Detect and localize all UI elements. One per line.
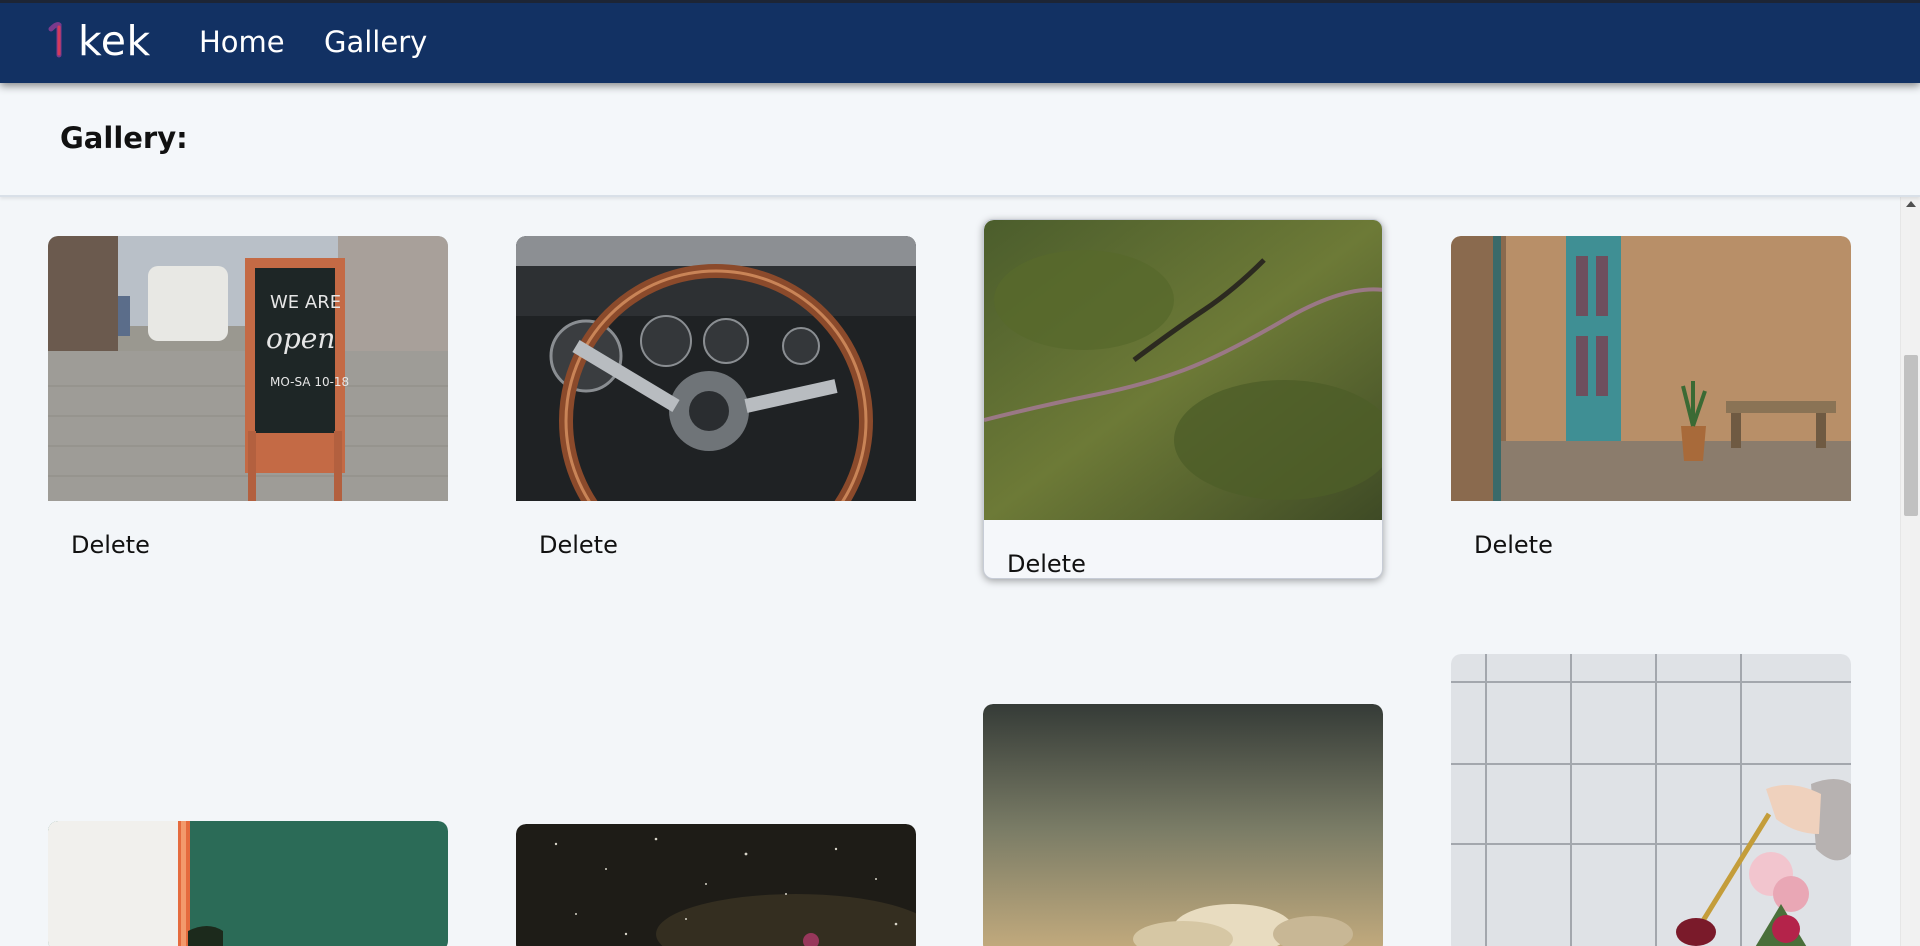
brand-logo-icon	[48, 22, 62, 58]
navbar: kek Home Gallery	[0, 0, 1920, 83]
svg-text:WE ARE: WE ARE	[270, 292, 341, 313]
gallery-image[interactable]	[48, 821, 448, 946]
delete-button[interactable]: Delete	[71, 531, 448, 559]
gallery-image[interactable]	[1451, 236, 1851, 501]
page-header: Gallery:	[0, 83, 1920, 197]
delete-button[interactable]: Delete	[1007, 550, 1382, 578]
svg-text:open: open	[266, 322, 335, 355]
gallery-card	[1451, 654, 1851, 946]
gallery-grid: WE ARE open MO-SA 10-18 Delete Delete De…	[0, 197, 1900, 946]
page-title: Gallery:	[60, 121, 188, 155]
svg-text:MO-SA 10-18: MO-SA 10-18	[270, 375, 349, 389]
gallery-card: Delete	[1451, 236, 1851, 559]
gallery-image[interactable]	[516, 824, 916, 946]
delete-button[interactable]: Delete	[1474, 531, 1851, 559]
nav-home-link[interactable]: Home	[199, 25, 285, 59]
gallery-card	[983, 704, 1383, 946]
gallery-image[interactable]	[983, 704, 1383, 946]
gallery-card: Delete	[983, 219, 1383, 579]
gallery-card	[516, 824, 916, 946]
gallery-image[interactable]: WE ARE open MO-SA 10-18	[48, 236, 448, 501]
vertical-scrollbar[interactable]	[1900, 197, 1920, 946]
scroll-up-arrow-icon[interactable]	[1906, 201, 1916, 207]
gallery-image[interactable]	[516, 236, 916, 501]
brand[interactable]: kek	[48, 17, 151, 65]
scroll-thumb[interactable]	[1904, 355, 1918, 516]
gallery-card: WE ARE open MO-SA 10-18 Delete	[48, 236, 448, 559]
delete-button[interactable]: Delete	[539, 531, 916, 559]
gallery-image[interactable]	[984, 220, 1382, 520]
gallery-image[interactable]	[1451, 654, 1851, 946]
brand-name: kek	[78, 17, 151, 65]
nav-gallery-link[interactable]: Gallery	[324, 25, 427, 59]
gallery-card: Delete	[516, 236, 916, 559]
gallery-card	[48, 821, 448, 946]
